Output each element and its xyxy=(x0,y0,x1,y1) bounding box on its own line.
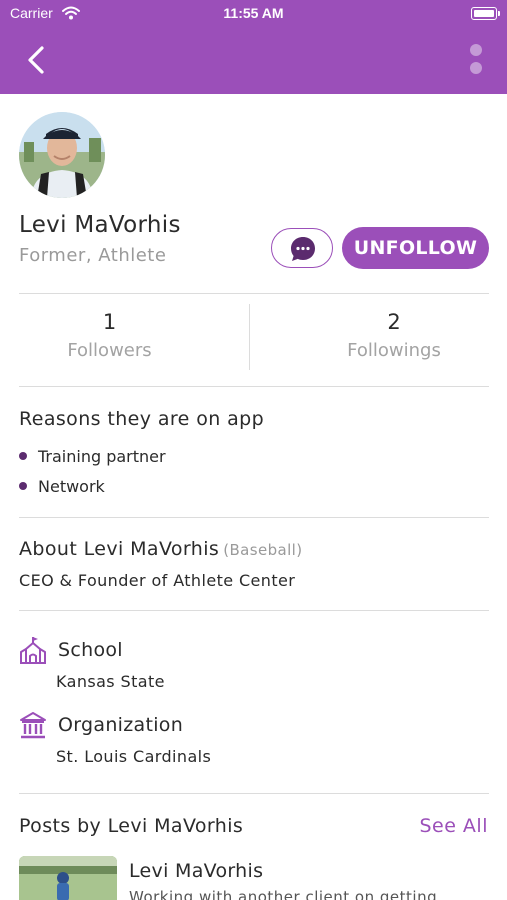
list-item: Network xyxy=(19,477,105,496)
divider xyxy=(19,793,489,794)
about-title-row: About Levi MaVorhis (Baseball) xyxy=(19,538,302,560)
chat-bubble-icon xyxy=(289,235,317,267)
divider xyxy=(19,610,489,611)
list-item: Training partner xyxy=(19,447,166,466)
followings-label: Followings xyxy=(347,340,441,361)
followings-count: 2 xyxy=(387,310,401,334)
school-title: School xyxy=(58,639,123,661)
more-dot xyxy=(470,62,482,74)
posts-title: Posts by Levi MaVorhis xyxy=(19,815,244,837)
bullet-icon xyxy=(19,451,27,460)
profile-role: Former, Athlete xyxy=(19,245,167,266)
more-vertical-icon xyxy=(470,44,482,56)
about-sport: (Baseball) xyxy=(223,541,303,559)
bullet-icon xyxy=(19,481,27,490)
divider xyxy=(19,386,489,387)
about-title: About Levi MaVorhis xyxy=(19,538,220,560)
message-button[interactable] xyxy=(271,228,333,268)
status-bar: Carrier 11:55 AM xyxy=(0,0,507,28)
see-all-link[interactable]: See All xyxy=(419,815,488,837)
institution-icon xyxy=(19,711,47,739)
reason-label: Network xyxy=(38,477,105,496)
divider xyxy=(19,517,489,518)
reasons-title: Reasons they are on app xyxy=(19,408,265,430)
more-options-button[interactable] xyxy=(465,44,487,78)
school-value: Kansas State xyxy=(56,672,165,691)
nav-bar xyxy=(0,28,507,94)
clock: 11:55 AM xyxy=(223,5,284,21)
avatar xyxy=(19,112,105,198)
school-icon xyxy=(19,636,47,664)
followers-label: Followers xyxy=(67,340,152,361)
reason-label: Training partner xyxy=(38,447,166,466)
followers-stat[interactable]: 1 Followers xyxy=(0,310,219,361)
profile-name: Levi MaVorhis xyxy=(19,212,181,238)
battery-icon xyxy=(471,7,500,20)
unfollow-button[interactable]: UNFOLLOW xyxy=(342,227,489,269)
divider xyxy=(19,293,489,294)
chevron-left-icon xyxy=(28,46,44,74)
post-author[interactable]: Levi MaVorhis xyxy=(129,860,263,882)
post-text[interactable]: Working with another client on getting xyxy=(129,888,437,900)
followings-stat[interactable]: 2 Followings xyxy=(279,310,507,361)
post-thumbnail[interactable] xyxy=(19,856,117,900)
followers-count: 1 xyxy=(102,310,117,334)
about-text: CEO & Founder of Athlete Center xyxy=(19,571,296,590)
back-button[interactable] xyxy=(20,42,54,78)
organization-title: Organization xyxy=(58,714,184,736)
stats-separator xyxy=(249,304,250,370)
organization-value: St. Louis Cardinals xyxy=(56,747,212,766)
